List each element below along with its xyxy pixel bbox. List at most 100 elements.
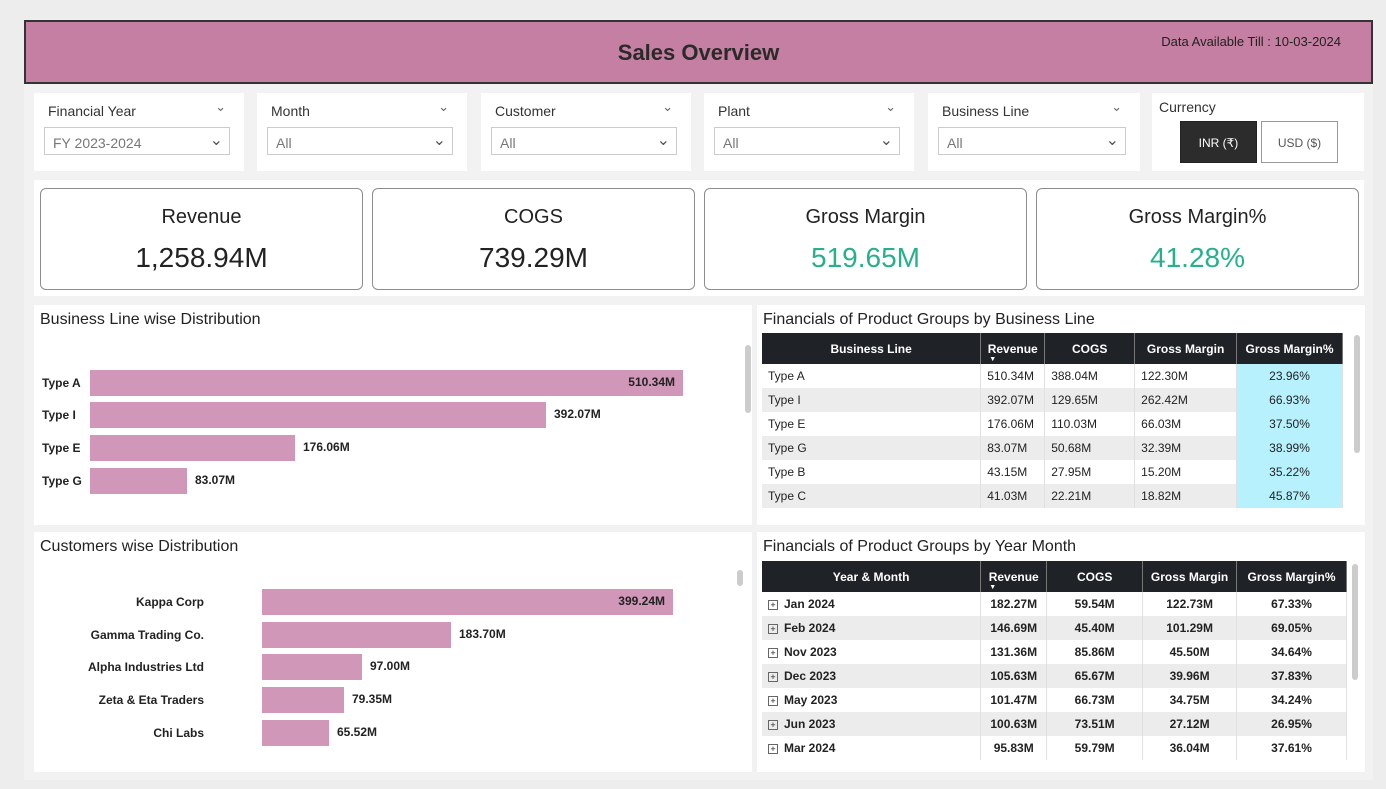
row-label-text: Jun 2023: [784, 717, 836, 731]
chevron-down-icon[interactable]: ⌄: [662, 99, 673, 115]
bar[interactable]: [262, 687, 344, 713]
bar[interactable]: [262, 720, 329, 746]
business-line-dropdown[interactable]: All ⌄: [938, 127, 1126, 155]
financial-year-dropdown[interactable]: FY 2023-2024 ⌄: [44, 127, 230, 155]
year-month-table-panel: Financials of Product Groups by Year Mon…: [757, 532, 1365, 772]
column-header[interactable]: Gross Margin: [1134, 333, 1238, 364]
bar[interactable]: [262, 622, 451, 648]
column-header[interactable]: Business Line: [762, 333, 982, 364]
table-row[interactable]: + Nov 2023 131.36M 85.86M 45.50M 34.64%: [762, 640, 1347, 664]
table-row[interactable]: Type I 392.07M 129.65M 262.42M 66.93%: [762, 388, 1343, 412]
expand-icon[interactable]: +: [768, 624, 778, 634]
slicer-label: Customer: [495, 103, 556, 119]
table-cell: 59.54M: [1046, 592, 1144, 616]
table-row[interactable]: Type G 83.07M 50.68M 32.39M 38.99%: [762, 436, 1343, 460]
kpi-value: 1,258.94M: [135, 242, 268, 273]
month-dropdown[interactable]: All ⌄: [267, 127, 453, 155]
plant-dropdown[interactable]: All ⌄: [714, 127, 900, 155]
table-row[interactable]: + Dec 2023 105.63M 65.67M 39.96M 37.83%: [762, 664, 1347, 688]
column-header[interactable]: COGS: [1046, 561, 1144, 592]
table-cell: 41.03M: [980, 484, 1046, 508]
scrollbar[interactable]: [1352, 564, 1358, 680]
table-row[interactable]: + Jun 2023 100.63M 73.51M 27.12M 26.95%: [762, 712, 1347, 736]
table-cell: 50.68M: [1044, 436, 1136, 460]
dropdown-value: FY 2023-2024: [53, 135, 142, 151]
table-row[interactable]: Type C 41.03M 22.21M 18.82M 45.87%: [762, 484, 1343, 508]
row-label: Type A: [762, 364, 982, 388]
table-cell: 18.82M: [1134, 484, 1238, 508]
table-cell: 26.95%: [1236, 712, 1347, 736]
scrollbar[interactable]: [737, 570, 743, 586]
table-cell: 66.03M: [1134, 412, 1238, 436]
customer-dropdown[interactable]: All ⌄: [491, 127, 677, 155]
table-cell: 67.33%: [1236, 592, 1347, 616]
table-cell: 182.27M: [980, 592, 1048, 616]
table-cell: 65.67M: [1046, 664, 1144, 688]
column-header[interactable]: Gross Margin: [1142, 561, 1238, 592]
column-header-revenue[interactable]: Revenue ▼: [980, 561, 1048, 592]
table-row[interactable]: Type A 510.34M 388.04M 122.30M 23.96%: [762, 364, 1343, 388]
bar[interactable]: [90, 468, 187, 494]
table-cell: 37.50%: [1236, 412, 1343, 436]
row-label: + Dec 2023: [762, 664, 982, 688]
table-row[interactable]: + Jan 2024 182.27M 59.54M 122.73M 67.33%: [762, 592, 1347, 616]
business-line-chart-panel: Business Line wise Distribution Type A 51…: [34, 305, 752, 525]
chevron-down-icon[interactable]: ⌄: [438, 99, 449, 115]
table-cell: 36.04M: [1142, 736, 1238, 760]
bar[interactable]: [262, 654, 362, 680]
table-cell: 146.69M: [980, 616, 1048, 640]
table-row[interactable]: Type E 176.06M 110.03M 66.03M 37.50%: [762, 412, 1343, 436]
table-row[interactable]: + May 2023 101.47M 66.73M 34.75M 34.24%: [762, 688, 1347, 712]
table-row[interactable]: + Mar 2024 95.83M 59.79M 36.04M 37.61%: [762, 736, 1347, 760]
expand-icon[interactable]: +: [768, 744, 778, 754]
row-label: Type I: [762, 388, 982, 412]
bar-value-label: 83.07M: [195, 473, 236, 487]
chevron-down-icon[interactable]: ⌄: [885, 99, 896, 115]
inr-button[interactable]: INR (₹): [1180, 121, 1257, 163]
table-cell: 35.22%: [1236, 460, 1343, 484]
table-cell: 95.83M: [980, 736, 1048, 760]
chevron-down-icon[interactable]: ⌄: [1111, 99, 1122, 115]
table-row[interactable]: Type B 43.15M 27.95M 15.20M 35.22%: [762, 460, 1343, 484]
table-cell: 39.96M: [1142, 664, 1238, 688]
column-header[interactable]: COGS: [1044, 333, 1136, 364]
table-cell: 510.34M: [980, 364, 1046, 388]
dropdown-value: All: [947, 135, 963, 151]
expand-icon[interactable]: +: [768, 720, 778, 730]
expand-icon[interactable]: +: [768, 696, 778, 706]
scrollbar[interactable]: [745, 345, 751, 413]
bar-value-label: 399.24M: [618, 594, 665, 608]
slicer-label: Month: [271, 103, 310, 119]
row-label-text: Mar 2024: [784, 741, 836, 755]
usd-button[interactable]: USD ($): [1261, 121, 1338, 163]
slicer-label: Financial Year: [48, 103, 136, 119]
column-header[interactable]: Year & Month: [762, 561, 982, 592]
expand-icon[interactable]: +: [768, 672, 778, 682]
column-header-revenue[interactable]: Revenue ▼: [980, 333, 1046, 364]
table-row[interactable]: + Feb 2024 146.69M 45.40M 101.29M 69.05%: [762, 616, 1347, 640]
bar[interactable]: 399.24M: [262, 589, 673, 615]
scrollbar[interactable]: [1354, 335, 1360, 453]
kpi-card-cogs: COGS 739.29M: [372, 188, 695, 290]
chevron-down-icon[interactable]: ⌄: [215, 99, 226, 115]
expand-icon[interactable]: +: [768, 648, 778, 658]
table-cell: 101.29M: [1142, 616, 1238, 640]
customer-label: Gamma Trading Co.: [90, 628, 204, 642]
row-label: + Jun 2023: [762, 712, 982, 736]
chevron-down-icon: ⌄: [879, 132, 893, 149]
column-header[interactable]: Gross Margin%: [1236, 561, 1347, 592]
table-cell: 27.95M: [1044, 460, 1136, 484]
table-cell: 131.36M: [980, 640, 1048, 664]
table-cell: 32.39M: [1134, 436, 1238, 460]
bar[interactable]: [90, 435, 295, 461]
bar-category-label: Type I: [42, 408, 76, 422]
expand-icon[interactable]: +: [768, 600, 778, 610]
row-label: Type G: [762, 436, 982, 460]
bar[interactable]: 510.34M: [90, 370, 683, 396]
table-cell: 59.79M: [1046, 736, 1144, 760]
bar[interactable]: [90, 402, 546, 428]
table-cell: 105.63M: [980, 664, 1048, 688]
business-line-table: Business Line Revenue ▼ COGS Gross Margin…: [762, 333, 1343, 508]
column-header[interactable]: Gross Margin%: [1236, 333, 1343, 364]
table-cell: 34.75M: [1142, 688, 1238, 712]
